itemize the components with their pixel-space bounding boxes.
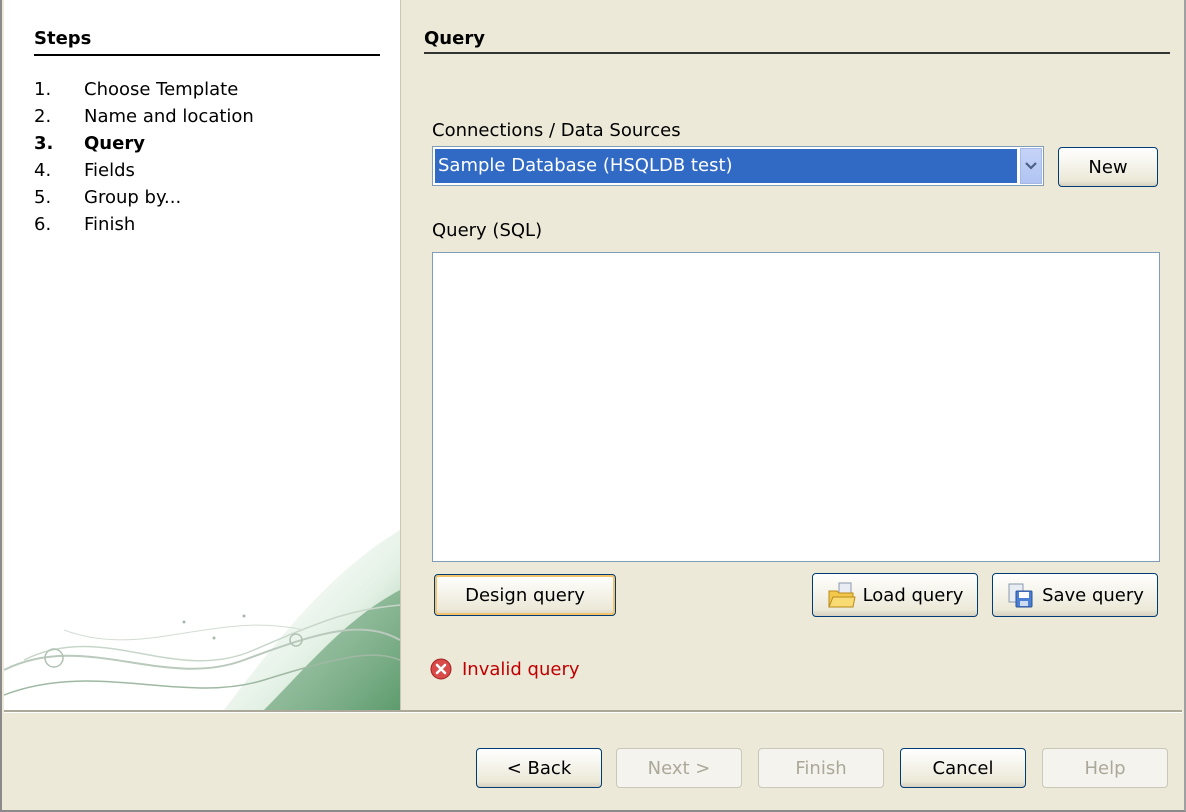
next-button[interactable]: Next > [616, 748, 742, 788]
folder-open-icon [827, 581, 857, 609]
step-number: 3. [34, 133, 54, 154]
step-name-and-location: 2. Name and location [34, 103, 254, 130]
step-number: 1. [34, 79, 52, 100]
save-query-button[interactable]: Save query [992, 573, 1158, 617]
step-query: 3. Query [34, 130, 145, 157]
step-label: Query [84, 133, 145, 154]
chevron-down-icon [1025, 162, 1037, 170]
load-query-label: Load query [862, 584, 964, 606]
connection-selected-value: Sample Database (HSQLDB test) [435, 149, 1017, 183]
load-query-button[interactable]: Load query [812, 573, 978, 617]
step-number: 2. [34, 106, 52, 127]
save-icon [1006, 581, 1036, 609]
status-message: Invalid query [462, 658, 580, 680]
step-label: Group by... [84, 187, 182, 208]
page-title: Query [424, 28, 485, 49]
step-finish: 6. Finish [34, 211, 135, 238]
error-icon [430, 658, 452, 680]
step-label: Finish [84, 214, 136, 235]
step-number: 5. [34, 187, 52, 208]
design-query-button[interactable]: Design query [434, 574, 616, 616]
query-status: Invalid query [430, 658, 580, 680]
new-connection-button[interactable]: New [1058, 147, 1158, 187]
wizard-window: Steps 1. Choose Template 2. Name and locat… [0, 0, 1186, 812]
help-button[interactable]: Help [1042, 748, 1168, 788]
query-sql-label: Query (SQL) [432, 220, 543, 241]
finish-button[interactable]: Finish [758, 748, 884, 788]
cancel-button[interactable]: Cancel [900, 748, 1026, 788]
decorative-swirl-graphic [4, 530, 400, 710]
save-query-label: Save query [1042, 584, 1144, 606]
step-fields: 4. Fields [34, 157, 135, 184]
step-choose-template: 1. Choose Template [34, 76, 238, 103]
steps-divider [34, 54, 380, 56]
step-number: 4. [34, 160, 52, 181]
connection-dropdown-button[interactable] [1020, 148, 1042, 184]
steps-title: Steps [34, 28, 92, 49]
query-sql-textarea[interactable] [432, 252, 1160, 562]
step-group-by: 5. Group by... [34, 184, 181, 211]
connections-label: Connections / Data Sources [432, 120, 681, 141]
connection-select[interactable]: Sample Database (HSQLDB test) [432, 146, 1044, 186]
step-label: Choose Template [84, 79, 239, 100]
step-label: Fields [84, 160, 135, 181]
title-divider [424, 52, 1170, 54]
back-button[interactable]: < Back [476, 748, 602, 788]
footer-divider [4, 710, 1182, 713]
step-label: Name and location [84, 106, 254, 127]
step-number: 6. [34, 214, 52, 235]
steps-panel: Steps 1. Choose Template 2. Name and locat… [4, 0, 401, 710]
